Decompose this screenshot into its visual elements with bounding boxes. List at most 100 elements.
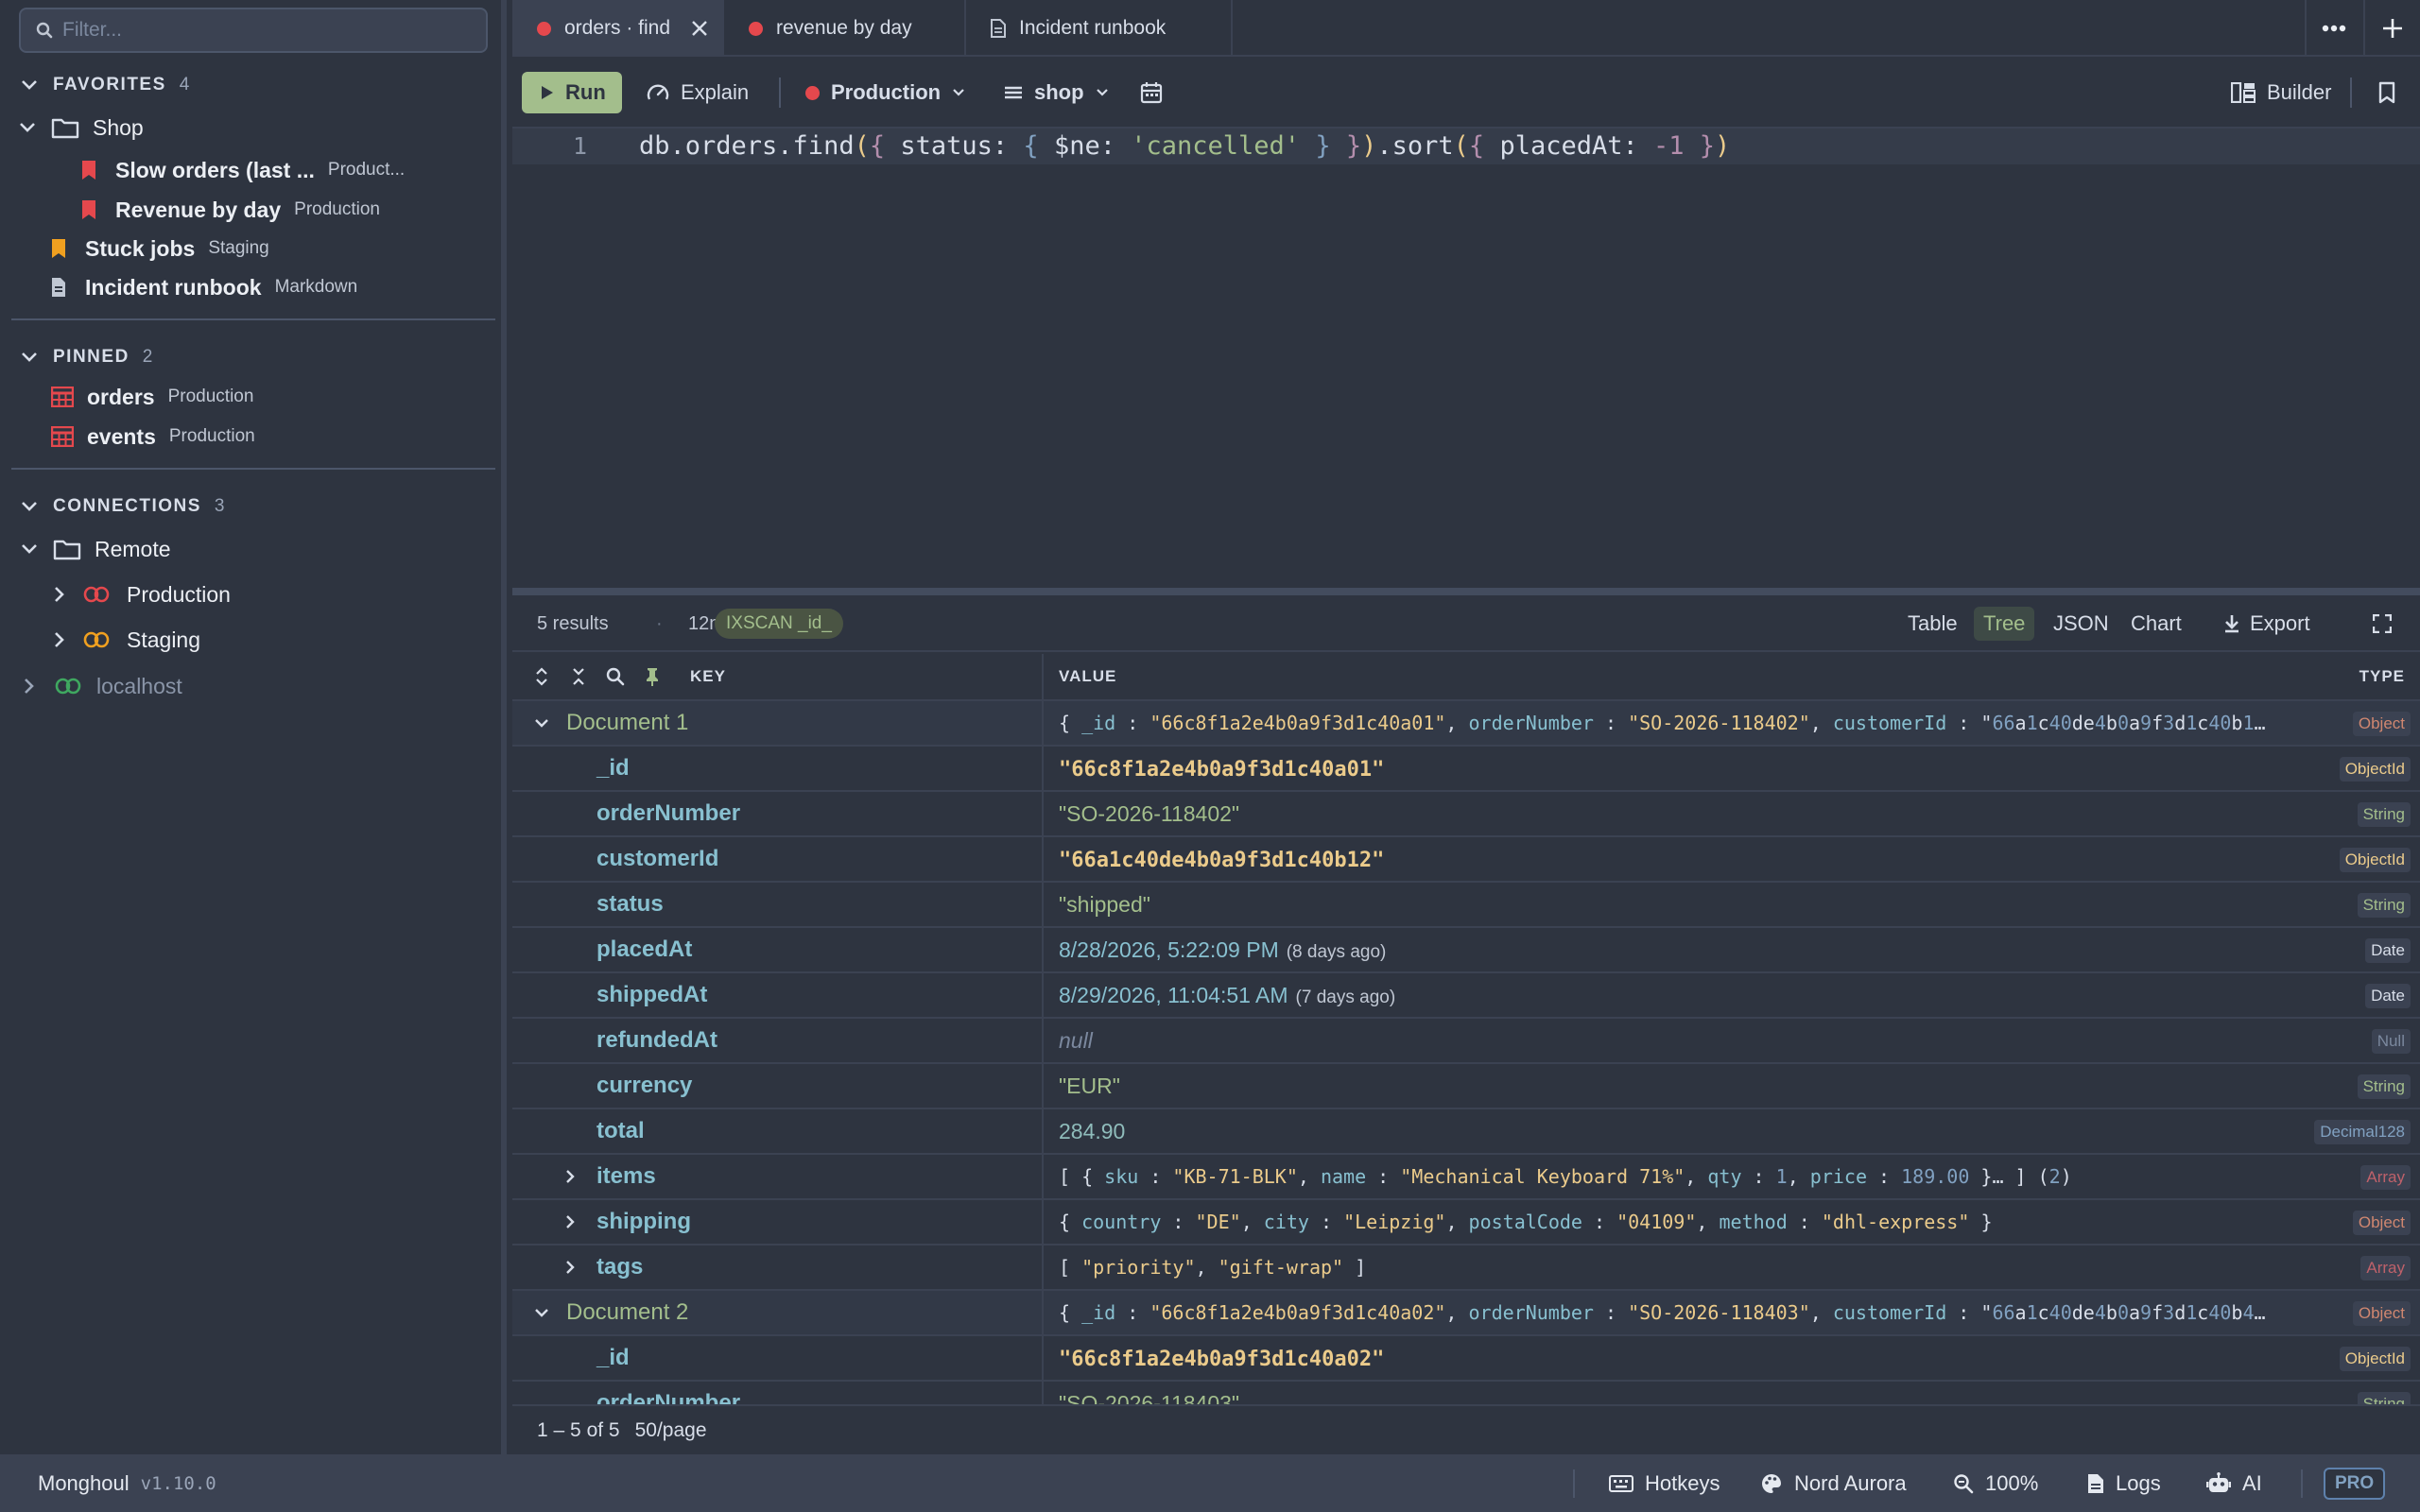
field-row[interactable]: shippedAt 8/29/2026, 11:04:51 AM (7 days a…: [512, 973, 2420, 1019]
close-icon[interactable]: [691, 20, 708, 37]
column-separator: [1042, 928, 1044, 971]
field-row[interactable]: status "shipped" String: [512, 883, 2420, 928]
calendar-button[interactable]: [1127, 72, 1176, 113]
field-row[interactable]: orderNumber "SO-2026-118402" String: [512, 792, 2420, 837]
explain-button[interactable]: Explain: [633, 72, 762, 113]
view-tab-table[interactable]: Table: [1898, 607, 1967, 641]
field-value-text: "SO-2026-118402": [1059, 801, 1240, 826]
field-value-text: "shipped": [1059, 892, 1150, 917]
field-row[interactable]: _id "66c8f1a2e4b0a9f3d1c40a02" ObjectId: [512, 1336, 2420, 1382]
logs-button[interactable]: Logs: [2087, 1454, 2161, 1512]
tab-orders-find[interactable]: orders · find: [512, 0, 724, 57]
total-label: of 5: [586, 1418, 620, 1441]
field-row[interactable]: orderNumber "SO-2026-118403" String: [512, 1382, 2420, 1404]
type-badge: Date: [2365, 938, 2411, 963]
field-row[interactable]: currency "EUR" String: [512, 1064, 2420, 1109]
pinned-item-orders[interactable]: orders Production: [51, 378, 253, 416]
pin-icon[interactable]: [642, 666, 663, 687]
favorite-item[interactable]: Incident runbook Markdown: [51, 268, 357, 306]
tab-incident-runbook[interactable]: Incident runbook: [966, 0, 1233, 57]
value-column-header[interactable]: VALUE: [1059, 654, 1116, 699]
connection-item-localhost[interactable]: localhost: [19, 667, 182, 705]
hotkeys-label: Hotkeys: [1645, 1470, 1720, 1495]
code-token: {: [1023, 131, 1039, 161]
pinned-header[interactable]: PINNED 2: [19, 341, 152, 373]
app-version: v1.10.0: [140, 1472, 216, 1494]
field-row[interactable]: placedAt 8/28/2026, 5:22:09 PM (8 days ago…: [512, 928, 2420, 973]
plan-badge[interactable]: IXSCAN _id_: [715, 609, 843, 639]
toolbar-separator: [779, 77, 781, 108]
view-tab-chart[interactable]: Chart: [2121, 607, 2191, 641]
favorite-name: Stuck jobs: [85, 235, 196, 261]
chevron-right-icon: [19, 676, 40, 696]
field-row[interactable]: customerId "66a1c40de4b0a9f3d1c40b12" Obje…: [512, 837, 2420, 883]
field-row[interactable]: _id "66c8f1a2e4b0a9f3d1c40a01" ObjectId: [512, 747, 2420, 792]
document-row[interactable]: Document 1 { _id : "66c8f1a2e4b0a9f3d1c40…: [512, 701, 2420, 747]
tab-label: Incident runbook: [1019, 17, 1167, 39]
favorites-folder-shop[interactable]: Shop: [17, 109, 144, 146]
builder-button[interactable]: Builder: [2218, 72, 2344, 113]
zoom-button[interactable]: 100%: [1953, 1454, 2038, 1512]
bookmark-icon: [2378, 81, 2395, 104]
connection-select[interactable]: Production: [792, 72, 978, 113]
folder-label: Remote: [95, 536, 171, 561]
theme-button[interactable]: Nord Aurora: [1760, 1454, 1907, 1512]
fullscreen-button[interactable]: [2363, 607, 2401, 641]
code-token: ): [1715, 131, 1731, 161]
database-select[interactable]: shop: [991, 72, 1122, 113]
field-row[interactable]: refundedAt null Null: [512, 1019, 2420, 1064]
field-row[interactable]: items [ { sku : "KB-71-BLK", name : "Mech…: [512, 1155, 2420, 1200]
expand-all-icon[interactable]: [531, 666, 552, 687]
export-button[interactable]: Export: [2214, 607, 2320, 641]
view-tab-tree[interactable]: Tree: [1974, 607, 2035, 641]
chevron-right-icon[interactable]: [560, 1166, 580, 1187]
hotkeys-button[interactable]: Hotkeys: [1609, 1454, 1720, 1512]
search-icon[interactable]: [605, 666, 626, 687]
connection-item-staging[interactable]: Staging: [49, 621, 200, 659]
app-name: Monghoul: [38, 1470, 130, 1495]
connections-title: CONNECTIONS: [53, 496, 201, 516]
favorites-header[interactable]: FAVORITES 4: [19, 69, 189, 101]
ai-button[interactable]: AI: [2206, 1454, 2262, 1512]
code-line[interactable]: db.orders.find({ status: { $ne: 'cancell…: [639, 129, 1730, 164]
collapse-all-icon[interactable]: [568, 666, 589, 687]
filter-box[interactable]: [19, 8, 488, 53]
chevron-right-icon[interactable]: [560, 1257, 580, 1278]
new-tab-button[interactable]: [2363, 0, 2420, 57]
pinned-item-events[interactable]: events Production: [51, 418, 255, 455]
field-row[interactable]: tags [ "priority", "gift-wrap" ] Array: [512, 1246, 2420, 1291]
bookmark-icon: [81, 199, 96, 220]
key-column-header[interactable]: KEY: [690, 654, 726, 699]
connections-header[interactable]: CONNECTIONS 3: [19, 490, 224, 523]
connection-item-production[interactable]: Production: [49, 576, 231, 613]
chevron-right-icon[interactable]: [560, 1211, 580, 1232]
bookmark-button[interactable]: [2365, 72, 2409, 113]
page-size-select[interactable]: 50/page: [635, 1419, 707, 1442]
field-row[interactable]: shipping { country : "DE", city : "Leipzi…: [512, 1200, 2420, 1246]
favorite-item[interactable]: Stuck jobs Staging: [51, 230, 269, 267]
connection-dot-icon: [749, 21, 763, 36]
more-menu-button[interactable]: [2305, 0, 2361, 57]
database-label: shop: [1034, 80, 1084, 104]
run-button[interactable]: Run: [522, 72, 622, 113]
chevron-down-icon[interactable]: [531, 713, 552, 733]
column-separator[interactable]: [1042, 654, 1044, 701]
type-column-header[interactable]: TYPE: [2360, 654, 2405, 699]
query-editor[interactable]: 1 db.orders.find({ status: { $ne: 'cance…: [512, 129, 2420, 588]
favorite-item[interactable]: Slow orders (last ... Product...: [81, 151, 405, 189]
tab-revenue-by-day[interactable]: revenue by day: [724, 0, 966, 57]
field-row[interactable]: total 284.90 Decimal128: [512, 1109, 2420, 1155]
result-count: 5 results: [537, 613, 609, 634]
connections-folder-remote[interactable]: Remote: [19, 530, 171, 568]
chevron-down-icon[interactable]: [531, 1302, 552, 1323]
pane-splitter[interactable]: [512, 588, 2420, 595]
view-tab-json[interactable]: JSON: [2044, 607, 2118, 641]
favorite-item[interactable]: Revenue by day Production: [81, 191, 380, 229]
pro-badge[interactable]: PRO: [2324, 1468, 2386, 1500]
document-row[interactable]: Document 2 { _id : "66c8f1a2e4b0a9f3d1c40…: [512, 1291, 2420, 1336]
filter-input[interactable]: [62, 19, 459, 42]
builder-icon: [2231, 82, 2256, 103]
document-summary: { _id : "66c8f1a2e4b0a9f3d1c40a02", orde…: [1059, 1301, 2266, 1324]
